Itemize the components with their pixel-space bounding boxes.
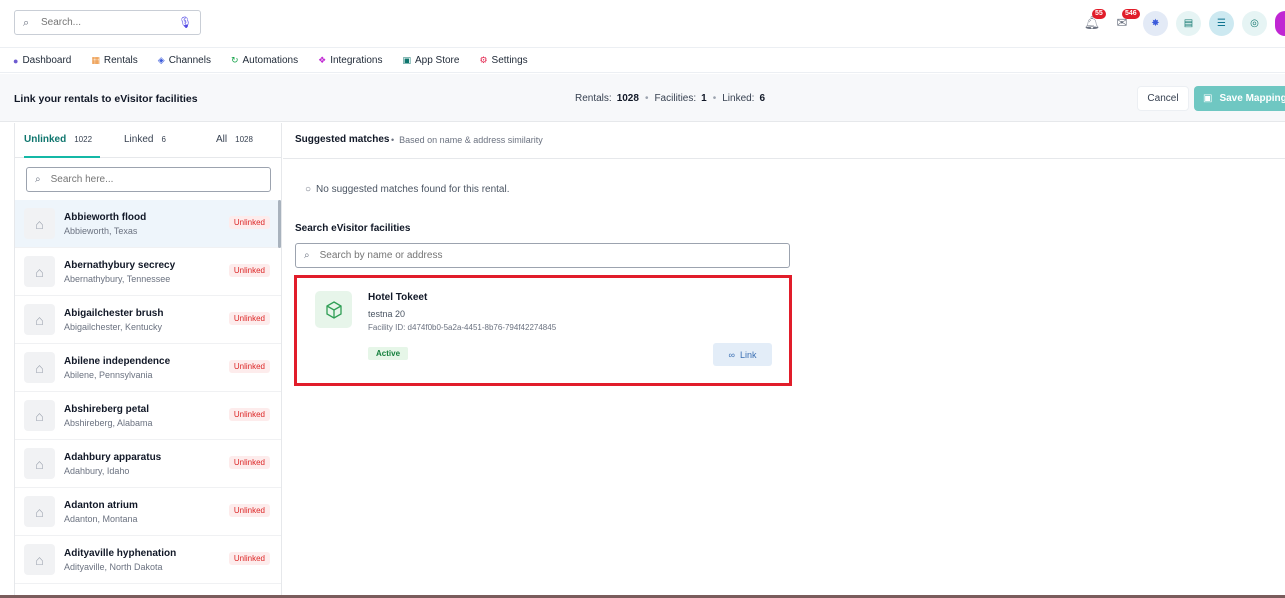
rental-row[interactable]: ⌂ Abbieworth flood Abbieworth, Texas Unli… [15,200,281,248]
receipt-icon: ▤ [1183,17,1194,29]
avatar[interactable] [1275,10,1285,36]
global-search-input[interactable] [41,17,179,28]
status-badge: Unlinked [228,216,270,229]
puzzle-icon: ❖ [318,55,327,65]
rental-search-input[interactable] [50,174,262,185]
facility-search[interactable]: ⌕ [295,243,790,268]
house-icon: ⌂ [24,208,55,239]
status-badge: Active [368,347,409,360]
nav-rentals[interactable]: ▦ Rentals [91,55,137,66]
notifications-button[interactable]: 🔔︎ 55 [1079,9,1106,36]
house-icon: ⌂ [24,352,55,383]
tab-linked[interactable]: Linked 6 [124,134,166,145]
rental-row[interactable]: ⌂ Abernathybury secrecy Abernathybury, Te… [15,248,281,296]
page-header: Link your rentals to eVisitor facilities… [0,74,1285,122]
rental-row[interactable]: ⌂ Abilene independence Abilene, Pennsylva… [15,344,281,392]
cube-icon [315,291,352,328]
suggested-header: Suggested matches • Based on name & addr… [283,123,1285,159]
status-badge: Unlinked [228,264,270,277]
rentals-panel: Unlinked 1022 Linked 6 All 1028 ⌕ ⌂ Abbi… [14,123,282,598]
active-tab-indicator [24,156,100,158]
status-badge: Unlinked [228,312,270,325]
nav-settings[interactable]: ⚙ Settings [479,55,527,66]
receipt-button[interactable]: ▤ [1176,10,1201,36]
document-button[interactable]: ☰ [1209,10,1234,36]
notifications-badge: 55 [1092,9,1106,19]
rentals-count: 1028 [616,93,639,104]
messages-badge: 546 [1122,9,1140,19]
nav-automations[interactable]: ↻ Automations [231,55,298,66]
link-button[interactable]: ∞ Link [713,343,772,366]
house-icon: ⌂ [24,400,55,431]
facility-address: testna 20 [368,309,406,319]
facility-name: Hotel Tokeet [368,292,428,303]
no-match-message: ○ No suggested matches found for this re… [305,184,510,195]
rental-tabs: Unlinked 1022 Linked 6 All 1028 [15,123,281,158]
gauge-icon: ● [13,55,19,66]
status-badge: Unlinked [228,552,270,565]
house-icon: ⌂ [24,448,55,479]
top-icons: 🔔︎ 55 ✉ 546 ✸ ▤ ☰ ◎ [1079,9,1285,36]
rental-list: ⌂ Abbieworth flood Abbieworth, Texas Unli… [15,200,281,584]
gear-icon: ⚙ [479,55,488,65]
lifebuoy-icon: ◎ [1250,17,1259,29]
rental-row[interactable]: ⌂ Abigailchester brush Abigailchester, Ke… [15,296,281,344]
rocket-button[interactable]: ✸ [1143,10,1168,36]
link-icon: ∞ [728,349,735,360]
house-icon: ⌂ [24,496,55,527]
status-badge: Unlinked [228,504,270,517]
search-icon: ⌕ [35,174,41,185]
document-icon: ☰ [1217,17,1226,29]
cancel-button[interactable]: Cancel [1137,86,1189,111]
page-title: Link your rentals to eVisitor facilities [14,93,198,105]
nav-channels[interactable]: ◈ Channels [158,55,211,66]
top-bar: ⌕ 🎙︎ 🔔︎ 55 ✉ 546 ✸ ▤ ☰ ◎ [0,0,1285,48]
global-search[interactable]: ⌕ 🎙︎ [14,10,201,35]
search-icon: ⌕ [23,16,30,29]
linked-count: 6 [759,93,766,104]
main-nav: ● Dashboard ▦ Rentals ◈ Channels ↻ Autom… [0,49,1285,73]
suggested-subtitle: • Based on name & address similarity [391,135,543,145]
facilities-count: 1 [701,93,707,104]
mapping-stats: Rentals: 1028 • Facilities: 1 • Linked: 6 [575,93,766,104]
nav-dashboard[interactable]: ● Dashboard [13,55,71,66]
rental-row[interactable]: ⌂ Adahbury apparatus Adahbury, Idaho Unli… [15,440,281,488]
status-badge: Unlinked [228,360,270,373]
facility-search-input[interactable] [319,250,781,261]
facility-search-title: Search eVisitor facilities [295,223,411,234]
rental-search[interactable]: ⌕ [26,167,271,192]
facility-id: Facility ID: d474f0b0-5a2a-4451-8b76-794… [368,323,557,332]
facility-card: Hotel Tokeet testna 20 Facility ID: d474… [299,280,787,381]
rental-row[interactable]: ⌂ Adanton atrium Adanton, Montana Unlinke… [15,488,281,536]
status-badge: Unlinked [228,456,270,469]
rental-row[interactable]: ⌂ Abshireberg petal Abshireberg, Alabama … [15,392,281,440]
store-icon: ▣ [402,55,411,65]
suggested-title: Suggested matches [295,134,390,145]
status-badge: Unlinked [228,408,270,421]
list-scrollbar[interactable] [278,200,281,248]
tab-unlinked[interactable]: Unlinked 1022 [24,134,92,145]
tab-all[interactable]: All 1028 [216,134,253,145]
rental-row[interactable]: ⌂ Adityaville hyphenation Adityaville, No… [15,536,281,584]
search-icon: ⌕ [304,250,310,261]
house-icon: ⌂ [24,304,55,335]
lightbulb-icon: ○ [305,184,312,195]
nav-app-store[interactable]: ▣ App Store [402,55,459,66]
layers-icon: ◈ [157,55,165,65]
rocket-icon: ✸ [1151,17,1160,29]
house-icon: ⌂ [24,256,55,287]
microphone-icon[interactable]: 🎙︎ [178,16,192,29]
save-mapping-button[interactable]: ▣ Save Mapping [1194,86,1285,111]
building-icon: ▦ [91,55,100,65]
help-button[interactable]: ◎ [1242,10,1267,36]
nav-integrations[interactable]: ❖ Integrations [318,55,382,66]
house-icon: ⌂ [24,544,55,575]
messages-button[interactable]: ✉ 546 [1109,9,1140,36]
refresh-icon: ↻ [230,55,239,65]
save-icon: ▣ [1203,93,1213,104]
